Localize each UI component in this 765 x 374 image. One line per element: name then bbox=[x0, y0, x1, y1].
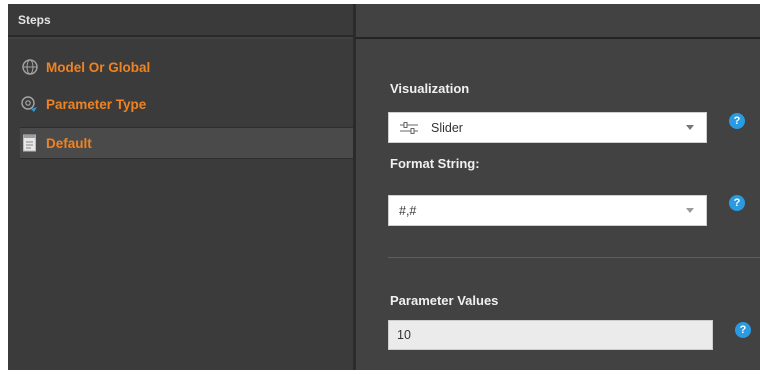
step-label: Default bbox=[46, 135, 92, 151]
step-model-or-global[interactable]: Model Or Global bbox=[20, 51, 353, 83]
visualization-label: Visualization bbox=[390, 81, 470, 96]
parameter-dialog: Steps Model Or Global Parameter Type Def… bbox=[8, 4, 760, 370]
step-label: Parameter Type bbox=[46, 96, 147, 112]
document-icon bbox=[20, 133, 40, 153]
step-default[interactable]: Default bbox=[20, 127, 353, 159]
parameter-values-label: Parameter Values bbox=[390, 293, 499, 308]
step-label: Model Or Global bbox=[46, 59, 151, 75]
steps-header: Steps bbox=[8, 4, 353, 37]
parameter-values-input[interactable] bbox=[388, 320, 713, 350]
chevron-down-icon bbox=[686, 208, 694, 213]
default-settings-form: Visualization Slider ? Format String: #,… bbox=[356, 41, 760, 370]
globe-icon bbox=[20, 57, 40, 77]
visualization-help-icon[interactable]: ? bbox=[729, 113, 745, 129]
chevron-down-icon bbox=[686, 125, 694, 130]
steps-title: Steps bbox=[18, 13, 51, 27]
format-string-help-icon[interactable]: ? bbox=[729, 195, 745, 211]
section-divider bbox=[388, 257, 760, 258]
steps-panel: Model Or Global Parameter Type Default bbox=[8, 39, 353, 370]
parameter-values-help-icon[interactable]: ? bbox=[735, 322, 751, 338]
format-string-label: Format String: bbox=[390, 156, 480, 171]
visualization-select[interactable]: Slider bbox=[388, 112, 707, 143]
format-string-value: #,# bbox=[399, 203, 417, 218]
visualization-value: Slider bbox=[431, 120, 463, 135]
format-string-select[interactable]: #,# bbox=[388, 195, 707, 226]
slider-icon bbox=[399, 121, 419, 135]
parameter-type-icon bbox=[20, 94, 40, 114]
content-header bbox=[356, 4, 760, 39]
step-parameter-type[interactable]: Parameter Type bbox=[20, 88, 353, 120]
